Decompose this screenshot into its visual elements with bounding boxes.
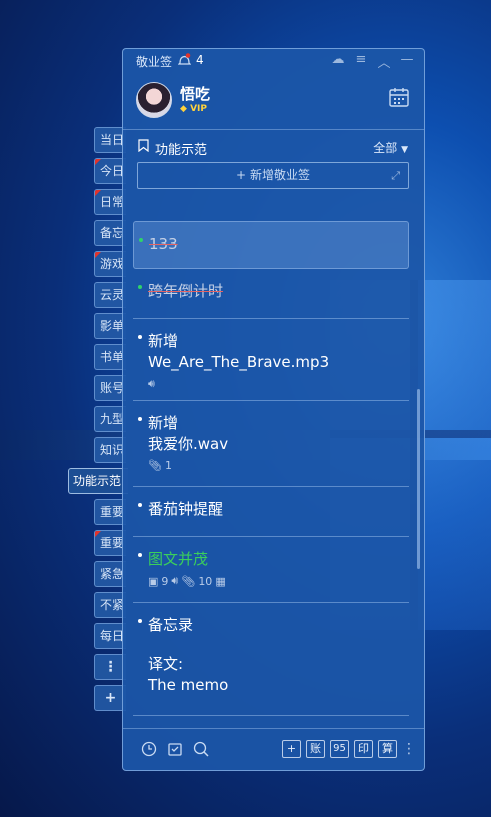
add-button[interactable]: + xyxy=(282,740,301,758)
print-button[interactable]: 印 xyxy=(354,740,373,758)
note-dot xyxy=(138,335,142,339)
note-dot xyxy=(138,553,142,557)
note-title: 图文并茂 xyxy=(148,550,209,568)
user-header: 悟吃 ◆ VIP xyxy=(123,73,424,129)
cloud-sync-icon[interactable]: ☁ xyxy=(331,52,345,71)
more-icon[interactable]: ⋮ xyxy=(402,740,416,758)
note-title: 新增 xyxy=(148,414,179,432)
audio-icon: 🔊︎ xyxy=(171,574,179,587)
note-meta: 📎︎ 1 xyxy=(148,459,409,472)
footer-toolbar: + 账 95 印 算 ⋮ xyxy=(123,728,424,770)
user-name: 悟吃 xyxy=(180,85,211,103)
note-dot xyxy=(138,619,142,623)
category-row: 功能示范 全部 ▼ xyxy=(123,130,424,162)
note-title: 番茄钟提醒 xyxy=(148,500,224,518)
list-item[interactable]: 新增 我爱你.wav 📎︎ 1 xyxy=(133,401,409,487)
vip-label: VIP xyxy=(190,104,207,114)
note-meta: ▣ 9 🔊︎ 📎︎ 10 ▦ xyxy=(148,574,409,588)
grid-icon: ▦ xyxy=(215,574,226,588)
note-content: The memo xyxy=(148,676,229,694)
filter-dropdown[interactable]: 全部 ▼ xyxy=(373,139,408,156)
window-controls: ☁ ≡ ︿ — xyxy=(331,52,414,71)
app-title: 敬业签 xyxy=(136,55,173,69)
notes-list: 133 跨年倒计时 新增 We_Are_The_Brave.mp3 🔊︎ 新增 … xyxy=(133,221,415,729)
category-name: 功能示范 xyxy=(155,143,208,158)
chevron-down-icon: ▼ xyxy=(401,145,408,155)
bookmark-icon xyxy=(138,139,149,152)
image-count: 9 xyxy=(161,574,169,588)
list-item[interactable]: 133 xyxy=(133,221,409,269)
notes-panel: 敬业签 4 ☁ ≡ ︿ — 悟吃 ◆ VIP 功能示范 全部 ▼ + 新增敬业签… xyxy=(122,48,425,771)
list-scrollbar[interactable] xyxy=(417,389,420,569)
avatar[interactable] xyxy=(136,82,172,118)
side-tab-active[interactable]: 功能示范 xyxy=(68,468,128,494)
done-dot xyxy=(139,238,143,242)
calculator-button[interactable]: 算 xyxy=(378,740,397,758)
list-item[interactable]: 备忘录 译文: The memo xyxy=(133,603,409,716)
note-meta: 🔊︎ xyxy=(148,377,409,391)
note-title: 跨年倒计时 xyxy=(148,282,224,300)
attachment-count: 10 xyxy=(198,574,213,588)
note-title: 备忘录 xyxy=(148,616,194,634)
ledger-button[interactable]: 账 xyxy=(306,740,325,758)
title-bar[interactable]: 敬业签 4 ☁ ≡ ︿ — xyxy=(123,49,424,73)
note-title: 新增 xyxy=(148,332,179,350)
list-item[interactable]: 图文并茂 ▣ 9 🔊︎ 📎︎ 10 ▦ xyxy=(133,537,409,603)
add-note-button[interactable]: + 新增敬业签 ⤢ xyxy=(137,162,409,189)
bell-icon[interactable] xyxy=(178,53,191,67)
image-icon: ▣ xyxy=(148,574,159,588)
search-icon[interactable] xyxy=(193,741,211,757)
collapse-icon[interactable]: ︿ xyxy=(377,52,391,71)
filter-value: 全部 xyxy=(373,141,398,155)
clock-icon[interactable] xyxy=(141,741,157,757)
expand-icon[interactable]: ⤢ xyxy=(391,163,400,188)
note-content: 译文: xyxy=(148,655,184,673)
menu-icon[interactable]: ≡ xyxy=(354,52,368,71)
vip-badge: ◆ VIP xyxy=(180,104,207,114)
score-button[interactable]: 95 xyxy=(330,740,349,758)
list-item[interactable]: 新增 We_Are_The_Brave.mp3 🔊︎ xyxy=(133,319,409,401)
attachment-count: 1 xyxy=(164,459,172,472)
notification-count: 4 xyxy=(196,53,204,67)
attachment-icon: 📎︎ xyxy=(181,574,196,588)
plus-icon: + xyxy=(236,168,247,182)
note-content: 我爱你.wav xyxy=(148,435,229,453)
add-note-label: 新增敬业签 xyxy=(249,168,310,182)
attachment-icon: 📎︎ xyxy=(148,459,162,472)
todo-icon[interactable] xyxy=(167,741,183,757)
list-item[interactable]: 番茄钟提醒 xyxy=(133,487,409,537)
done-dot xyxy=(138,285,142,289)
list-item[interactable]: 跨年倒计时 xyxy=(133,269,409,319)
note-title: 133 xyxy=(149,235,178,253)
note-dot xyxy=(138,417,142,421)
calendar-icon[interactable] xyxy=(388,86,410,108)
minimize-icon[interactable]: — xyxy=(400,52,414,71)
note-content: We_Are_The_Brave.mp3 xyxy=(148,353,330,371)
audio-icon: 🔊︎ xyxy=(148,377,155,390)
note-dot xyxy=(138,503,142,507)
